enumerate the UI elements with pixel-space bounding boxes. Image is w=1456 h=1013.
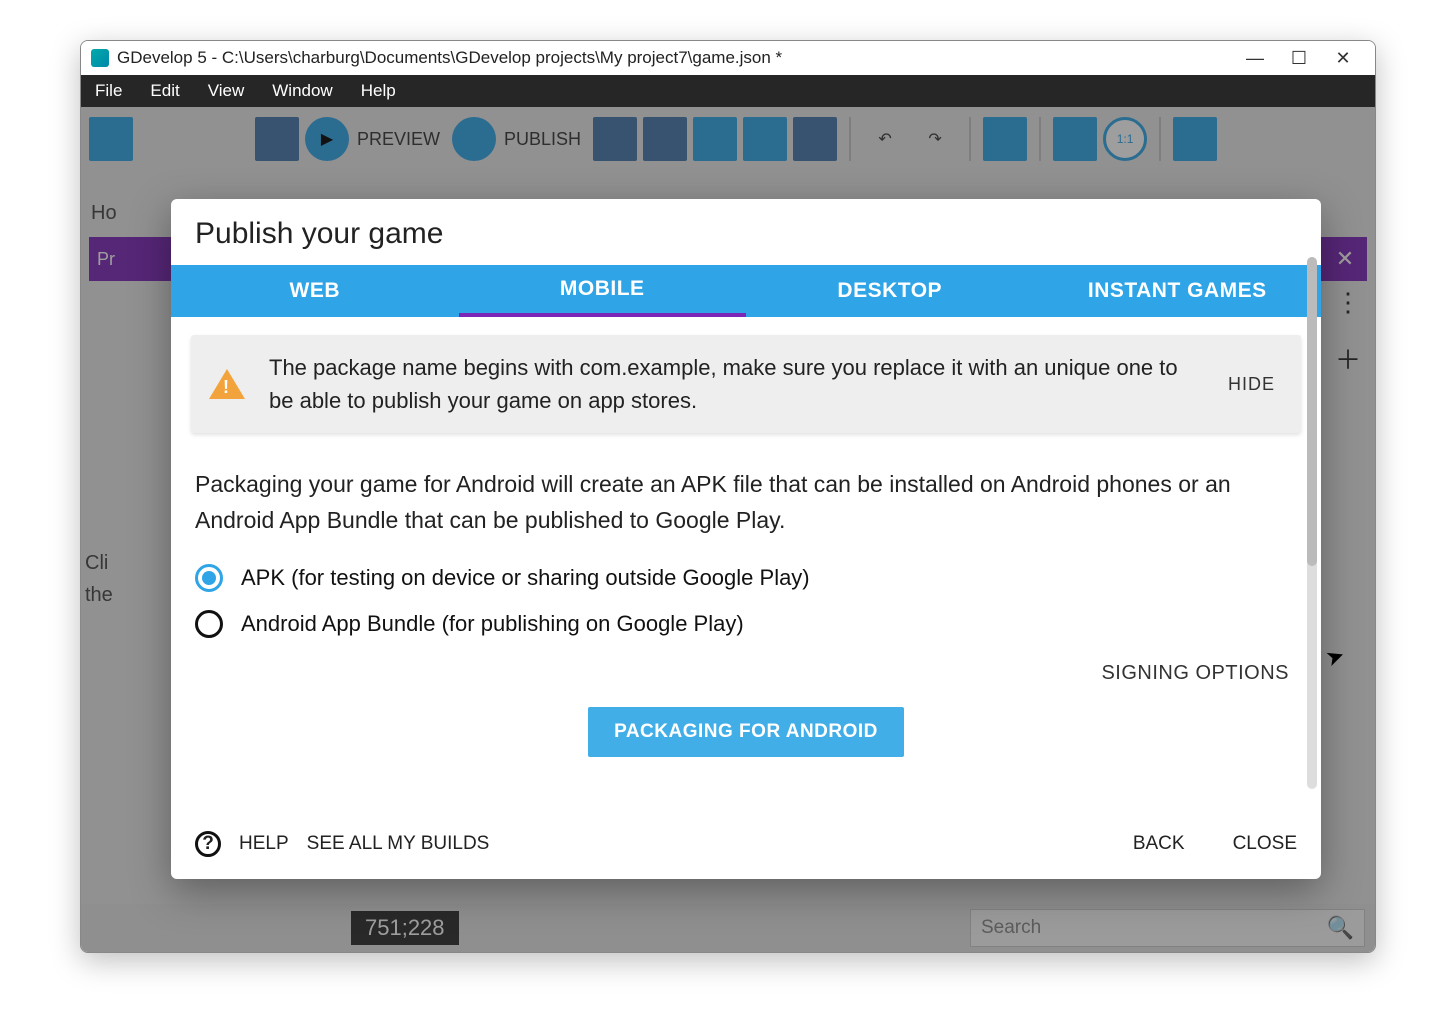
app-logo-icon xyxy=(91,49,109,67)
radio-unselected-icon[interactable] xyxy=(195,610,223,638)
tab-mobile[interactable]: MOBILE xyxy=(459,265,747,317)
packaging-description: Packaging your game for Android will cre… xyxy=(195,467,1297,538)
menu-file[interactable]: File xyxy=(81,81,136,101)
tab-desktop[interactable]: DESKTOP xyxy=(746,265,1034,317)
radio-selected-icon[interactable] xyxy=(195,564,223,592)
menu-window[interactable]: Window xyxy=(258,81,346,101)
warning-message: The package name begins with com.example… xyxy=(269,351,1196,417)
dialog-title: Publish your game xyxy=(171,199,1321,265)
tab-web[interactable]: WEB xyxy=(171,265,459,317)
warning-icon xyxy=(209,369,245,399)
tab-instant-games[interactable]: INSTANT GAMES xyxy=(1034,265,1322,317)
option-aab-label: Android App Bundle (for publishing on Go… xyxy=(241,611,744,637)
signing-options-button[interactable]: SIGNING OPTIONS xyxy=(191,662,1289,685)
back-button[interactable]: BACK xyxy=(1133,833,1185,855)
publish-dialog: Publish your game WEB MOBILE DESKTOP INS… xyxy=(171,199,1321,879)
close-dialog-button[interactable]: CLOSE xyxy=(1233,833,1297,855)
help-icon[interactable]: ? xyxy=(195,831,221,857)
option-aab[interactable]: Android App Bundle (for publishing on Go… xyxy=(195,610,1297,638)
see-builds-button[interactable]: SEE ALL MY BUILDS xyxy=(307,833,490,855)
package-android-button[interactable]: PACKAGING FOR ANDROID xyxy=(588,707,904,757)
scrollbar-thumb[interactable] xyxy=(1307,257,1317,566)
menu-help[interactable]: Help xyxy=(347,81,410,101)
hide-alert-button[interactable]: HIDE xyxy=(1220,374,1283,395)
publish-tabs: WEB MOBILE DESKTOP INSTANT GAMES xyxy=(171,265,1321,317)
option-apk-label: APK (for testing on device or sharing ou… xyxy=(241,565,810,591)
titlebar: GDevelop 5 - C:\Users\charburg\Documents… xyxy=(81,41,1375,75)
minimize-button[interactable]: — xyxy=(1233,48,1277,69)
dialog-footer: ? HELP SEE ALL MY BUILDS BACK CLOSE xyxy=(171,813,1321,879)
option-apk[interactable]: APK (for testing on device or sharing ou… xyxy=(195,564,1297,592)
help-button[interactable]: HELP xyxy=(239,833,289,855)
menu-edit[interactable]: Edit xyxy=(136,81,193,101)
warning-alert: The package name begins with com.example… xyxy=(191,335,1301,433)
maximize-button[interactable]: ☐ xyxy=(1277,48,1321,69)
menu-view[interactable]: View xyxy=(194,81,259,101)
dialog-content: The package name begins with com.example… xyxy=(171,317,1321,813)
app-window: GDevelop 5 - C:\Users\charburg\Documents… xyxy=(80,40,1376,953)
dialog-scrollbar[interactable] xyxy=(1307,257,1317,789)
close-window-button[interactable]: ✕ xyxy=(1321,48,1365,69)
window-title: GDevelop 5 - C:\Users\charburg\Documents… xyxy=(117,48,1233,68)
menubar: File Edit View Window Help xyxy=(81,75,1375,107)
